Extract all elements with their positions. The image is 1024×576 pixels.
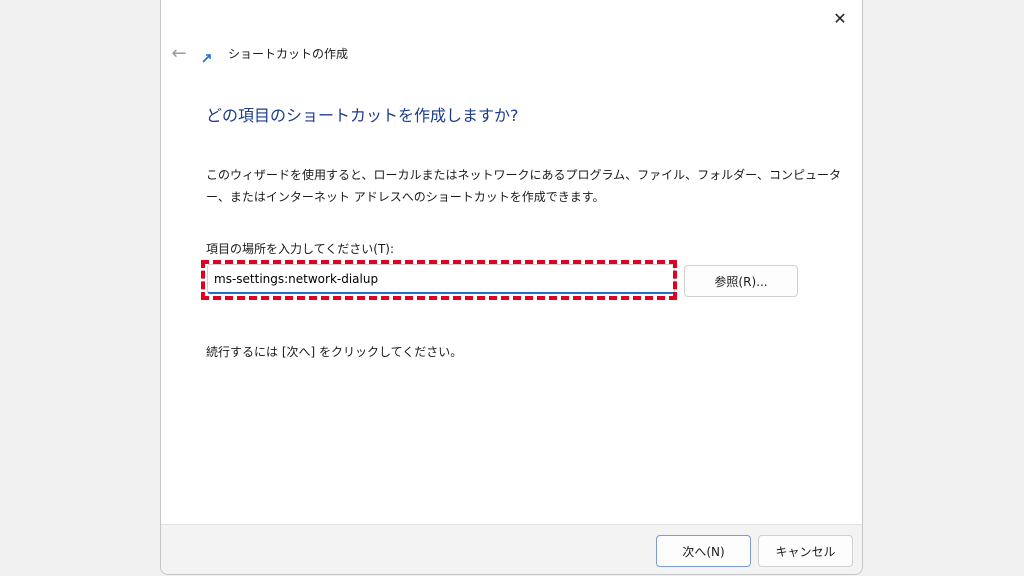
back-button[interactable]: ← (167, 42, 191, 64)
wizard-description: このウィザードを使用すると、ローカルまたはネットワークにあるプログラム、ファイル… (206, 168, 842, 204)
shortcut-arrow-icon (202, 54, 211, 63)
dialog-footer: 次へ(N) キャンセル (161, 524, 862, 574)
location-input[interactable] (207, 264, 675, 294)
location-field-label: 項目の場所を入力してください(T): (206, 242, 395, 256)
create-shortcut-dialog: ✕ ← ショートカットの作成 どの項目のショートカットを作成しますか? このウィ… (160, 0, 863, 575)
browse-button[interactable]: 参照(R)... (684, 265, 798, 297)
back-arrow-icon: ← (171, 42, 187, 64)
page-heading: どの項目のショートカットを作成しますか? (206, 106, 519, 125)
cancel-button[interactable]: キャンセル (758, 535, 853, 567)
window-title: ショートカットの作成 (228, 47, 349, 61)
next-button[interactable]: 次へ(N) (656, 535, 751, 567)
close-button[interactable]: ✕ (828, 6, 852, 30)
continue-hint: 続行するには [次へ] をクリックしてください。 (206, 345, 463, 359)
close-icon: ✕ (833, 8, 847, 28)
